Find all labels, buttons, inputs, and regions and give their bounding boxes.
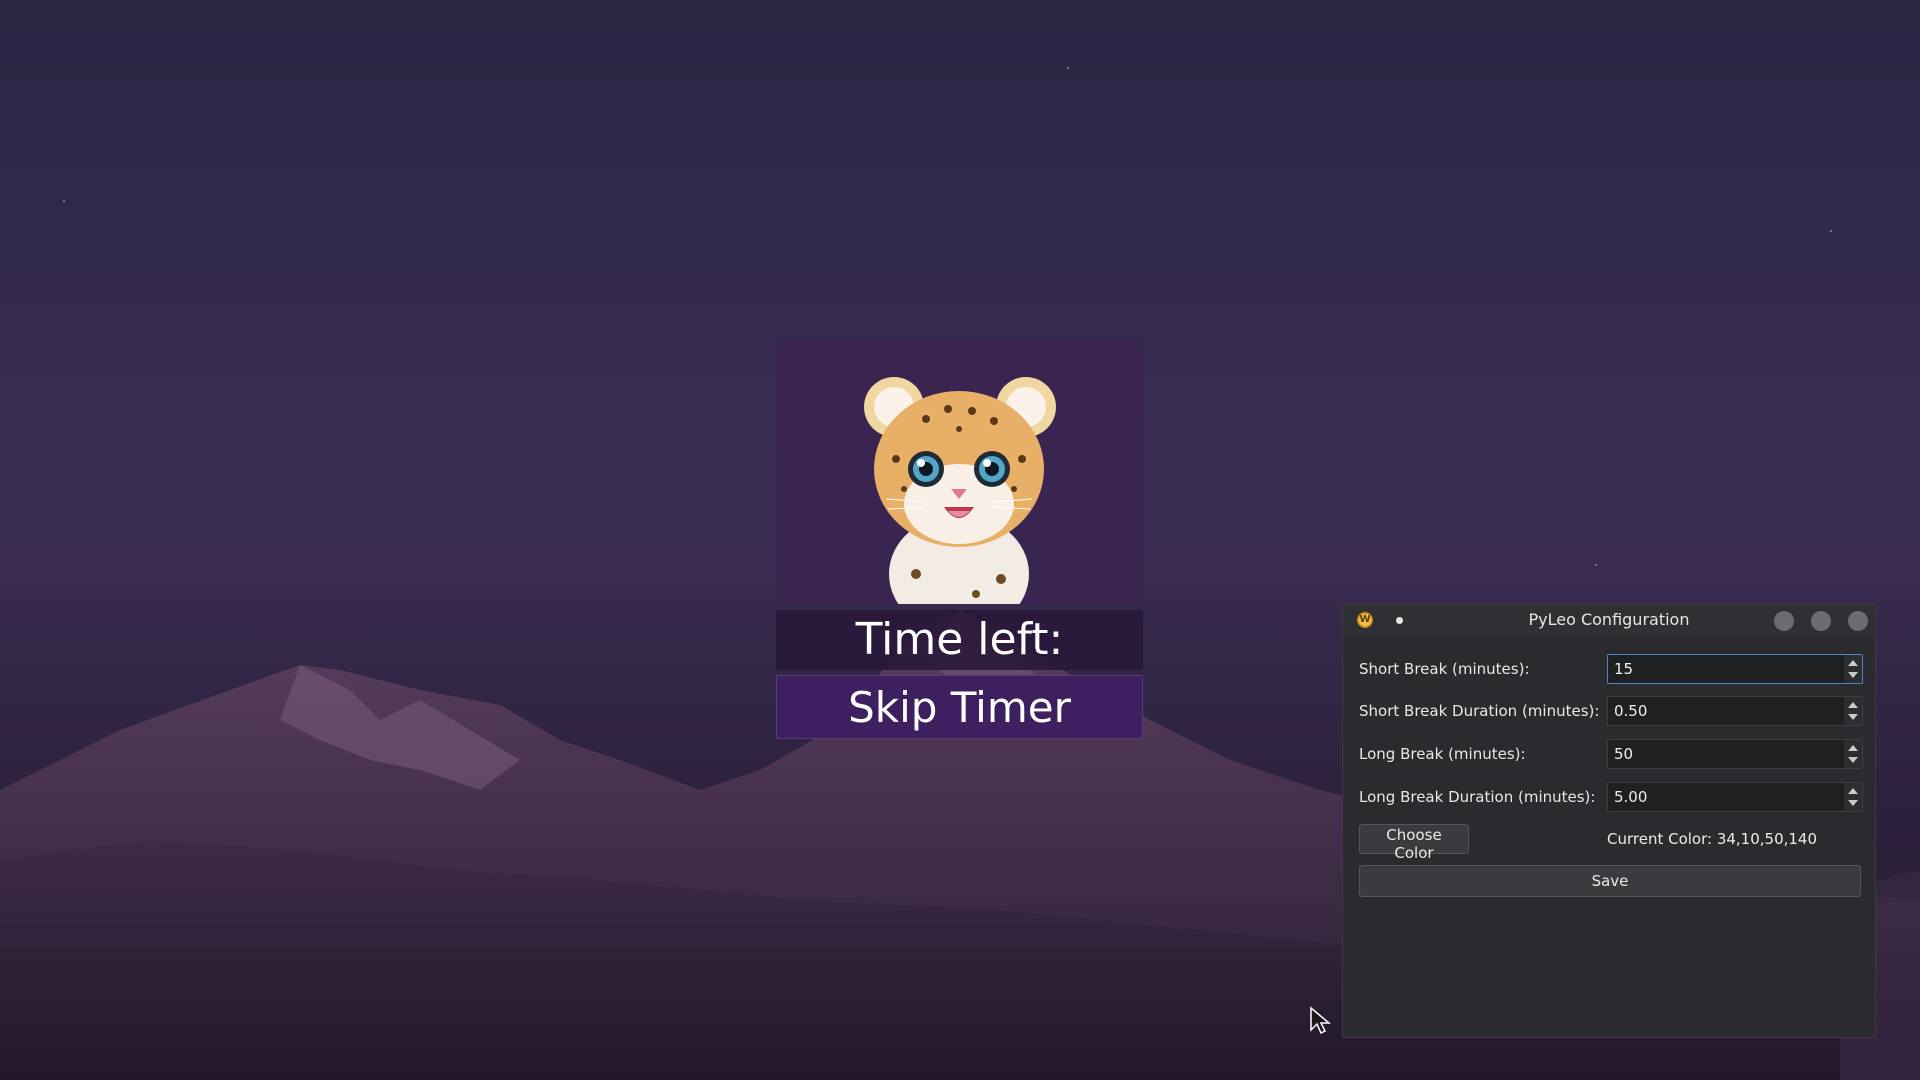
leopard-mascot-image bbox=[776, 339, 1143, 604]
long-break-duration-input[interactable] bbox=[1608, 783, 1844, 811]
close-button[interactable] bbox=[1848, 611, 1868, 631]
time-left-label: Time left: 00:04:57 bbox=[776, 610, 1143, 725]
decrement-arrow-icon[interactable] bbox=[1848, 672, 1858, 678]
short-break-duration-input[interactable] bbox=[1608, 697, 1844, 725]
save-row: Save bbox=[1359, 865, 1863, 899]
decrement-arrow-icon[interactable] bbox=[1848, 800, 1858, 806]
short-break-label: Short Break (minutes): bbox=[1359, 660, 1530, 678]
short-break-duration-label: Short Break Duration (minutes): bbox=[1359, 702, 1600, 720]
star bbox=[1067, 67, 1069, 69]
skip-timer-button[interactable]: Skip Timer bbox=[776, 675, 1143, 739]
short-break-duration-row: Short Break Duration (minutes): bbox=[1359, 694, 1863, 728]
window-title: PyLeo Configuration bbox=[1528, 610, 1690, 629]
increment-arrow-icon[interactable] bbox=[1848, 745, 1858, 751]
leopard-cub-illustration bbox=[864, 377, 1056, 604]
spin-arrows bbox=[1844, 783, 1862, 811]
long-break-duration-row: Long Break Duration (minutes): bbox=[1359, 780, 1863, 814]
decrement-arrow-icon[interactable] bbox=[1848, 757, 1858, 763]
long-break-duration-spinbox[interactable] bbox=[1607, 782, 1863, 812]
star bbox=[63, 200, 65, 202]
mouse-pointer-icon bbox=[1310, 1006, 1331, 1035]
spin-arrows bbox=[1844, 655, 1862, 683]
increment-arrow-icon[interactable] bbox=[1848, 660, 1858, 666]
save-button[interactable]: Save bbox=[1359, 865, 1861, 897]
increment-arrow-icon[interactable] bbox=[1848, 702, 1858, 708]
long-break-label: Long Break (minutes): bbox=[1359, 745, 1526, 763]
short-break-spinbox[interactable] bbox=[1607, 654, 1863, 684]
window-titlebar[interactable]: W PyLeo Configuration bbox=[1343, 605, 1875, 635]
current-color-label: Current Color: 34,10,50,140 bbox=[1607, 830, 1818, 848]
minimize-button[interactable] bbox=[1774, 611, 1794, 631]
choose-color-button[interactable]: Choose Color bbox=[1359, 824, 1469, 862]
spin-arrows bbox=[1844, 740, 1862, 768]
maximize-button[interactable] bbox=[1811, 611, 1831, 631]
color-row: Choose Color Current Color: 34,10,50,140 bbox=[1359, 824, 1863, 862]
long-break-spinbox[interactable] bbox=[1607, 739, 1863, 769]
short-break-input[interactable] bbox=[1608, 655, 1844, 683]
short-break-duration-spinbox[interactable] bbox=[1607, 696, 1863, 726]
long-break-duration-label: Long Break Duration (minutes): bbox=[1359, 788, 1596, 806]
long-break-input[interactable] bbox=[1608, 740, 1844, 768]
long-break-row: Long Break (minutes): bbox=[1359, 737, 1863, 771]
pyleo-config-window: W PyLeo Configuration Short Break (minut… bbox=[1342, 604, 1876, 1038]
break-overlay: Time left: 00:04:57 Skip Timer bbox=[776, 339, 1143, 739]
star bbox=[1595, 564, 1597, 566]
short-break-row: Short Break (minutes): bbox=[1359, 652, 1863, 686]
increment-arrow-icon[interactable] bbox=[1848, 788, 1858, 794]
decrement-arrow-icon[interactable] bbox=[1848, 714, 1858, 720]
star bbox=[1830, 230, 1832, 232]
spin-arrows bbox=[1844, 697, 1862, 725]
